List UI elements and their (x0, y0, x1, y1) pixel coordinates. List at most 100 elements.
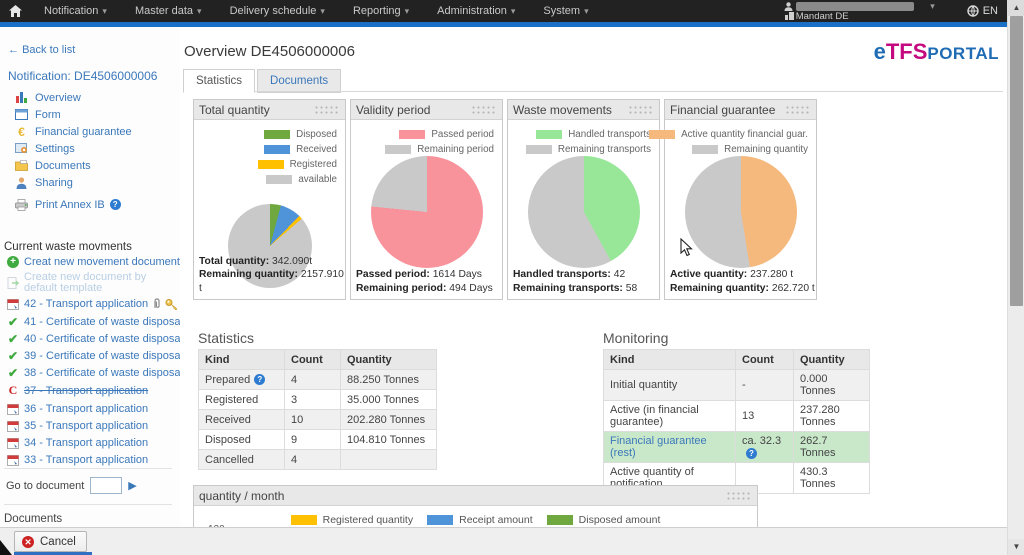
legend-swatch (526, 145, 552, 154)
user-menu[interactable]: ▾ Mandant DE (782, 0, 927, 22)
nav-system[interactable]: System▾ (529, 0, 602, 22)
scroll-down-button[interactable]: ▼ (1008, 539, 1024, 555)
create-movement-document-link[interactable]: + Creat new movement document (6, 255, 178, 269)
legend-swatch (258, 160, 284, 169)
statistics-heading: Statistics (198, 330, 254, 346)
document-link-42[interactable]: 42 - Transport application (6, 297, 178, 311)
form-window-icon (14, 109, 29, 121)
sidebar-item-form[interactable]: Form (14, 106, 132, 123)
document-link-35[interactable]: 35 - Transport application (6, 419, 178, 433)
key-icon[interactable] (165, 298, 178, 310)
table-row: Received 10 202.280 Tonnes (199, 410, 437, 430)
legend: Active quantity financial guar. Remainin… (665, 127, 816, 157)
panel-footer: Handled transports: 42 Remaining transpo… (513, 268, 637, 295)
accent-strip (0, 22, 1024, 27)
calendar-icon (6, 403, 20, 415)
goto-document-row: Go to document ▶ (6, 477, 137, 494)
table-row: Registered 3 35.000 Tonnes (199, 390, 437, 410)
template-page-icon (6, 277, 20, 289)
nav-delivery-schedule[interactable]: Delivery schedule▾ (216, 0, 339, 22)
sidebar-item-overview[interactable]: Overview (14, 89, 132, 106)
scrollbar-thumb[interactable] (1010, 16, 1023, 306)
legend-swatch (427, 515, 453, 525)
tab-bar: Statistics Documents (183, 69, 341, 93)
cancel-button[interactable]: ✕ Cancel (14, 531, 87, 552)
legend-swatch (692, 145, 718, 154)
goto-document-input[interactable] (90, 477, 122, 494)
goto-arrow-icon[interactable]: ▶ (128, 479, 136, 492)
statistics-table: Kind Count Quantity Prepared? 4 88.250 T… (198, 349, 437, 470)
table-row: Initial quantity - 0.000 Tonnes (604, 370, 870, 401)
financial-guarantee-rest-link[interactable]: Financial guarantee (rest) (604, 432, 736, 463)
panel-footer: Passed period: 1614 Days Remaining perio… (356, 268, 493, 295)
drag-handle-icon[interactable] (785, 105, 811, 114)
sidebar-item-financial-guarantee[interactable]: € Financial guarantee (14, 123, 132, 140)
home-icon[interactable] (0, 5, 30, 17)
nav-administration[interactable]: Administration▾ (423, 0, 529, 22)
help-icon[interactable]: ? (110, 199, 121, 210)
drag-handle-icon[interactable] (628, 105, 654, 114)
document-link-39[interactable]: ✔ 39 - Certificate of waste disposal (6, 349, 178, 363)
chevron-down-icon: ▾ (405, 0, 410, 22)
username-redacted (796, 2, 914, 11)
current-waste-movements-header: Current waste movments (4, 241, 132, 253)
document-link-38[interactable]: ✔ 38 - Certificate of waste disposal (6, 366, 178, 380)
dashboard-panels: Total quantity Disposed Received Registe… (193, 99, 817, 300)
legend-swatch (547, 515, 573, 525)
panel-title: Financial guarantee (670, 103, 785, 117)
legend-swatch (264, 145, 290, 154)
drag-handle-icon[interactable] (471, 105, 497, 114)
check-icon: ✔ (6, 349, 20, 363)
legend-swatch (536, 130, 562, 139)
panel-footer: Total quantity: 342.090t Remaining quant… (199, 255, 345, 296)
document-link-36[interactable]: 36 - Transport application (6, 402, 178, 416)
help-icon[interactable]: ? (746, 448, 757, 459)
sidebar-menu: Overview Form € Financial guarantee Sett… (14, 89, 132, 213)
paperclip-icon[interactable] (152, 298, 163, 310)
chevron-down-icon: ▾ (102, 0, 107, 22)
document-link-40[interactable]: ✔ 40 - Certificate of waste disposal (6, 332, 178, 346)
panel-title: Total quantity (199, 103, 314, 117)
check-icon: ✔ (6, 366, 20, 380)
calendar-icon (6, 454, 20, 466)
table-row: Prepared? 4 88.250 Tonnes (199, 370, 437, 390)
tab-statistics[interactable]: Statistics (183, 69, 255, 93)
person-icon (14, 177, 29, 189)
table-row-financial-guarantee-rest: Financial guarantee (rest) ca. 32.3? 262… (604, 432, 870, 463)
legend: Passed period Remaining period (351, 127, 502, 157)
vertical-scrollbar[interactable]: ▲ ▼ (1007, 0, 1024, 555)
panel-title: Waste movements (513, 103, 628, 117)
back-to-list-link[interactable]: ← Back to list (8, 44, 75, 56)
nav-master-data[interactable]: Master data▾ (121, 0, 216, 22)
sidebar-item-documents[interactable]: Documents (14, 157, 132, 174)
sidebar: ← Back to list Notification: DE450600000… (0, 27, 180, 527)
mandant-label: Mandant DE (796, 11, 849, 22)
document-link-37[interactable]: C 37 - Transport application (6, 383, 178, 398)
user-icon (784, 2, 793, 11)
footer-bar: ✕ Cancel (0, 527, 1024, 555)
document-link-33[interactable]: 33 - Transport application (6, 453, 178, 467)
chevron-down-icon: ▾ (511, 0, 516, 22)
table-header-row: Kind Count Quantity (604, 350, 870, 370)
check-icon: ✔ (6, 332, 20, 346)
scroll-up-button[interactable]: ▲ (1008, 0, 1024, 16)
nav-notification[interactable]: Notification▾ (30, 0, 121, 22)
cancel-x-icon: ✕ (22, 536, 34, 548)
sidebar-item-print-annex[interactable]: Print Annex IB ? (14, 196, 132, 213)
help-icon[interactable]: ? (254, 374, 265, 385)
nav-reporting[interactable]: Reporting▾ (339, 0, 423, 22)
language-selector[interactable]: EN (967, 5, 998, 17)
panel-validity-period: Validity period Passed period Remaining … (350, 99, 503, 300)
chevron-down-icon: ▾ (197, 0, 202, 22)
table-row: Active (in financial guarantee) 13 237.2… (604, 401, 870, 432)
create-document-by-template-link: Create new document by default template (6, 272, 178, 294)
drag-handle-icon[interactable] (314, 105, 340, 114)
sidebar-item-settings[interactable]: Settings (14, 140, 132, 157)
drag-handle-icon[interactable] (726, 491, 752, 500)
top-navbar: Notification▾ Master data▾ Delivery sche… (0, 0, 1024, 22)
legend-swatch (291, 515, 317, 525)
document-link-34[interactable]: 34 - Transport application (6, 436, 178, 450)
sidebar-item-sharing[interactable]: Sharing (14, 174, 132, 191)
document-link-41[interactable]: ✔ 41 - Certificate of waste disposal (6, 315, 178, 329)
tab-documents[interactable]: Documents (257, 69, 341, 93)
